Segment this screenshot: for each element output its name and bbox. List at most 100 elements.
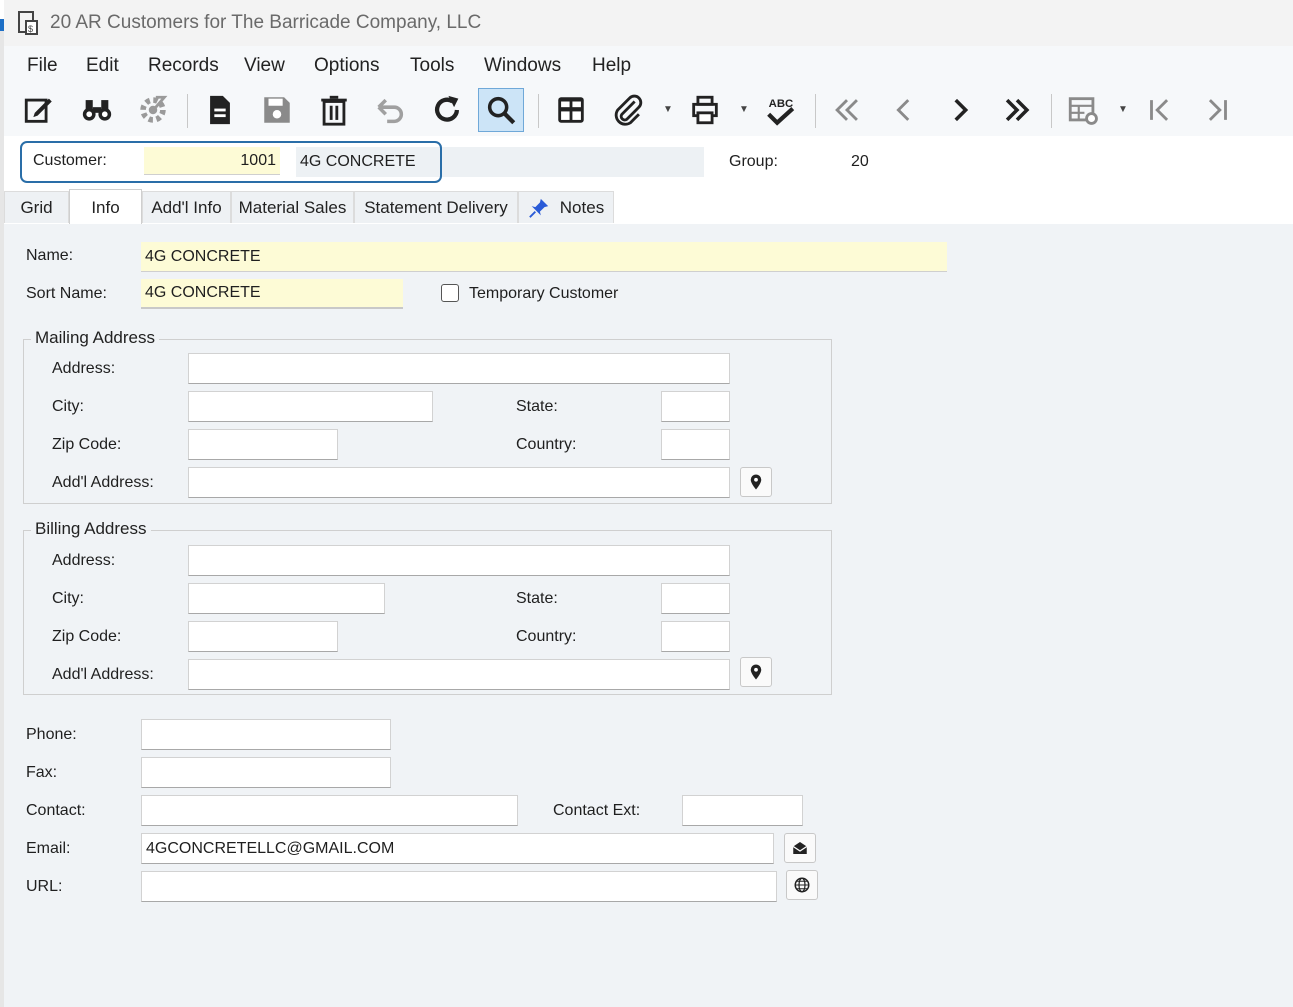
billing-address-title: Billing Address bbox=[31, 519, 151, 539]
fax-label: Fax: bbox=[26, 764, 58, 781]
billing-address-field[interactable] bbox=[188, 545, 730, 576]
mailing-zip-field[interactable] bbox=[188, 429, 338, 460]
temporary-customer-label: Temporary Customer bbox=[469, 285, 619, 302]
tab-statement-delivery[interactable]: Statement Delivery bbox=[354, 191, 518, 223]
sort-name-label: Sort Name: bbox=[26, 285, 107, 302]
temporary-customer-checkbox[interactable] bbox=[441, 284, 459, 302]
mailing-state-field[interactable] bbox=[661, 391, 730, 422]
tab-addl-info[interactable]: Add'l Info bbox=[142, 191, 231, 223]
undo-icon[interactable] bbox=[367, 88, 413, 132]
previous-record-icon[interactable] bbox=[881, 88, 927, 132]
new-document-icon[interactable] bbox=[197, 88, 243, 132]
menu-file[interactable]: File bbox=[27, 55, 58, 77]
toolbar-separator bbox=[1051, 94, 1052, 128]
attach-dropdown-icon[interactable]: ▼ bbox=[663, 104, 673, 115]
sort-name-field[interactable]: 4G CONCRETE bbox=[141, 279, 403, 309]
billing-country-label: Country: bbox=[516, 628, 577, 645]
email-field[interactable]: 4GCONCRETELLC@GMAIL.COM bbox=[141, 833, 774, 864]
pin-icon bbox=[528, 198, 548, 218]
contact-ext-field[interactable] bbox=[682, 795, 803, 826]
billing-zip-label: Zip Code: bbox=[52, 628, 122, 645]
menu-options[interactable]: Options bbox=[314, 55, 379, 77]
attach-icon[interactable] bbox=[606, 88, 652, 132]
billing-map-button[interactable] bbox=[740, 657, 772, 687]
delete-icon[interactable] bbox=[311, 88, 357, 132]
tab-info[interactable]: Info bbox=[69, 189, 142, 225]
map-pin-icon bbox=[750, 474, 762, 490]
open-url-button[interactable] bbox=[786, 870, 818, 900]
mailing-state-label: State: bbox=[516, 398, 558, 415]
table-settings-icon[interactable] bbox=[1060, 88, 1106, 132]
menu-view[interactable]: View bbox=[244, 55, 285, 77]
contact-field[interactable] bbox=[141, 795, 518, 826]
send-email-button[interactable] bbox=[784, 833, 816, 863]
app-icon: $ bbox=[18, 11, 38, 35]
phone-field[interactable] bbox=[141, 719, 391, 750]
menu-help[interactable]: Help bbox=[592, 55, 631, 77]
print-icon[interactable] bbox=[682, 88, 728, 132]
jump-first-icon[interactable] bbox=[1137, 88, 1183, 132]
save-icon[interactable] bbox=[254, 88, 300, 132]
jump-last-icon[interactable] bbox=[1194, 88, 1240, 132]
find-binoculars-icon[interactable] bbox=[74, 88, 120, 132]
first-record-icon[interactable] bbox=[824, 88, 870, 132]
billing-zip-field[interactable] bbox=[188, 621, 338, 652]
contact-label: Contact: bbox=[26, 802, 86, 819]
url-label: URL: bbox=[26, 878, 63, 895]
toolbar-separator bbox=[187, 94, 188, 128]
last-record-icon[interactable] bbox=[994, 88, 1040, 132]
mailing-address-field[interactable] bbox=[188, 353, 730, 384]
billing-city-field[interactable] bbox=[188, 583, 385, 614]
next-record-icon[interactable] bbox=[937, 88, 983, 132]
mailing-addl-label: Add'l Address: bbox=[52, 474, 154, 491]
search-icon[interactable] bbox=[478, 88, 524, 132]
refresh-icon[interactable] bbox=[424, 88, 470, 132]
phone-label: Phone: bbox=[26, 726, 77, 743]
spellcheck-icon[interactable]: ABC bbox=[757, 88, 803, 132]
email-label: Email: bbox=[26, 840, 71, 857]
url-field[interactable] bbox=[141, 871, 777, 902]
billing-country-field[interactable] bbox=[661, 621, 730, 652]
contact-ext-label: Contact Ext: bbox=[553, 802, 641, 819]
svg-text:ABC: ABC bbox=[769, 98, 794, 110]
billing-state-field[interactable] bbox=[661, 583, 730, 614]
fax-field[interactable] bbox=[141, 757, 391, 788]
mailing-country-label: Country: bbox=[516, 436, 577, 453]
mailing-city-label: City: bbox=[52, 398, 84, 415]
tab-notes-label: Notes bbox=[559, 197, 605, 217]
billing-address-label: Address: bbox=[52, 552, 116, 569]
svg-text:$: $ bbox=[28, 24, 33, 34]
mailing-address-title: Mailing Address bbox=[31, 328, 160, 348]
table-settings-dropdown-icon[interactable]: ▼ bbox=[1118, 104, 1128, 115]
tab-notes[interactable]: Notes bbox=[518, 191, 614, 223]
menu-records[interactable]: Records bbox=[148, 55, 219, 77]
window-title: 20 AR Customers for The Barricade Compan… bbox=[50, 12, 482, 33]
edit-icon[interactable] bbox=[16, 88, 62, 132]
name-field[interactable]: 4G CONCRETE bbox=[141, 242, 947, 272]
tab-grid[interactable]: Grid bbox=[4, 191, 69, 223]
mailing-country-field[interactable] bbox=[661, 429, 730, 460]
toolbar-separator bbox=[815, 94, 816, 128]
billing-state-label: State: bbox=[516, 590, 558, 607]
group-value: 20 bbox=[851, 153, 869, 170]
mailing-zip-label: Zip Code: bbox=[52, 436, 122, 453]
settings-icon[interactable] bbox=[130, 88, 176, 132]
billing-addl-field[interactable] bbox=[188, 659, 730, 690]
billing-city-label: City: bbox=[52, 590, 84, 607]
mailing-city-field[interactable] bbox=[188, 391, 433, 422]
map-pin-icon bbox=[750, 664, 762, 680]
mailing-map-button[interactable] bbox=[740, 467, 772, 497]
customer-highlight-box bbox=[20, 141, 442, 183]
mailing-addl-field[interactable] bbox=[188, 467, 730, 498]
toolbar-separator bbox=[538, 94, 539, 128]
tab-material-sales[interactable]: Material Sales bbox=[231, 191, 354, 223]
menu-windows[interactable]: Windows bbox=[484, 55, 561, 77]
name-label: Name: bbox=[26, 247, 74, 264]
group-label: Group: bbox=[729, 153, 778, 170]
print-dropdown-icon[interactable]: ▼ bbox=[739, 104, 749, 115]
menu-tools[interactable]: Tools bbox=[410, 55, 454, 77]
globe-icon bbox=[794, 877, 810, 893]
menu-edit[interactable]: Edit bbox=[86, 55, 119, 77]
grid-layout-icon[interactable] bbox=[548, 88, 594, 132]
mailing-address-label: Address: bbox=[52, 360, 116, 377]
